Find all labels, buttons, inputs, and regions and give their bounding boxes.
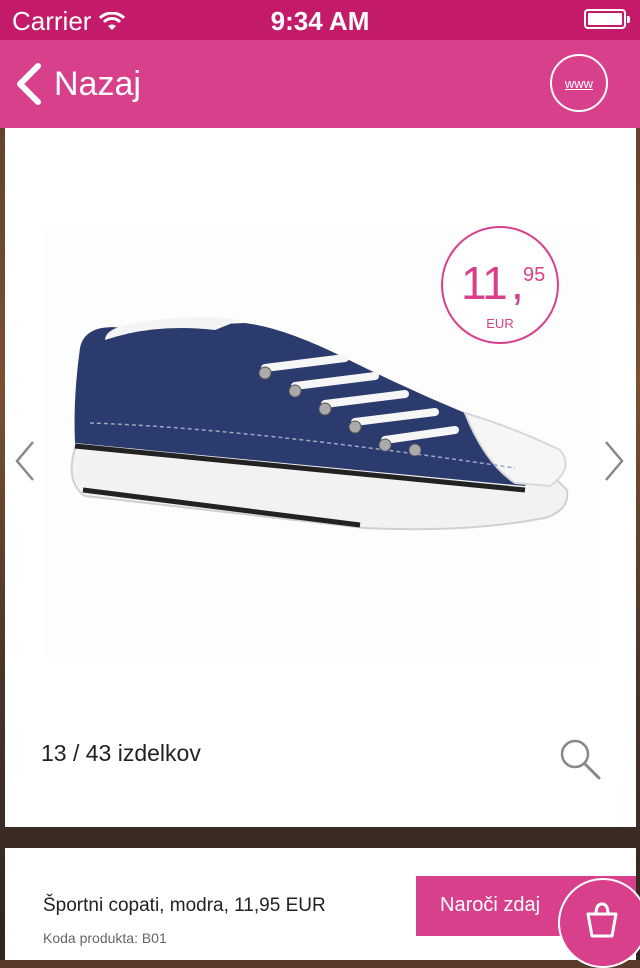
www-button[interactable]: www [550,54,608,112]
price-currency: EUR [486,316,514,331]
product-counter: 13 / 43 izdelkov [41,740,201,766]
order-now-button[interactable]: Naroči zdaj [416,876,640,968]
basket-button[interactable] [558,878,640,968]
shopping-bag-icon [586,902,618,938]
back-button[interactable]: Nazaj [14,58,141,110]
product-card: 11 , 95 EUR 13 / 43 izdelkov [5,128,636,827]
product-title: Športni copati, modra, 11,95 EUR [43,895,326,916]
battery-icon [584,9,630,29]
price-comma: , [511,257,524,309]
product-code: Koda produkta: B01 [43,930,167,946]
www-label: www [564,75,594,91]
back-label: Nazaj [54,64,141,103]
navigation-bar: Nazaj www [0,40,640,128]
price-badge: 11 , 95 EUR [441,226,559,344]
next-arrow-icon[interactable] [598,438,628,484]
order-now-label: Naroči zdaj [440,894,541,916]
status-time: 9:34 AM [270,6,370,36]
magnifier-icon[interactable] [557,736,603,782]
chevron-left-icon [17,63,41,105]
price-whole: 11 [461,257,508,309]
previous-arrow-icon[interactable] [11,438,41,484]
status-bar: Carrier 9:34 AM [0,0,640,40]
price-cents: 95 [523,264,546,286]
order-bar: Športni copati, modra, 11,95 EUR Koda pr… [5,848,640,968]
